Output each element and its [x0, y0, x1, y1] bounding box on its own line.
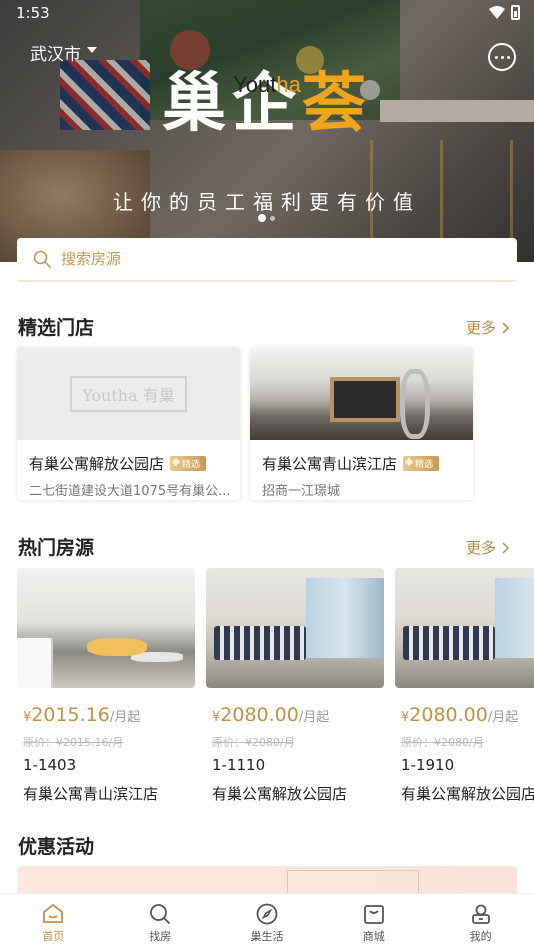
hot-rooms-more-link[interactable]: 更多 — [466, 537, 510, 558]
carousel-indicator — [258, 214, 275, 222]
status-bar: 1:53 — [0, 0, 534, 28]
tab-profile[interactable]: 我的 — [427, 894, 534, 950]
search-icon — [33, 250, 51, 268]
room-image — [395, 568, 534, 688]
room-number: 1-1110 — [212, 756, 266, 774]
city-name: 武汉市 — [30, 45, 81, 65]
bottom-tab-bar: 首页 找房 巢生活 商城 我的 — [0, 893, 534, 950]
section-title-hot-rooms: 热门房源 — [18, 537, 95, 559]
room-store-name: 有巢公寓青山滨江店 — [23, 785, 159, 803]
section-title-promotions: 优惠活动 — [18, 836, 95, 858]
room-store-name: 有巢公寓解放公园店 — [212, 785, 348, 803]
search-icon — [150, 904, 171, 924]
room-store-name: 有巢公寓解放公园店 — [401, 785, 534, 803]
shopping-bag-icon — [363, 905, 384, 924]
room-number: 1-1910 — [401, 756, 455, 774]
room-card[interactable]: ¥2015.16/月起 原价：¥2015.16/月 1-1403 有巢公寓青山滨… — [17, 568, 195, 808]
original-price: 原价：¥2080/月 — [212, 736, 295, 749]
placeholder-logo: Youtha 有巢 — [70, 375, 187, 412]
tab-find-room[interactable]: 找房 — [107, 894, 214, 950]
chevron-right-icon — [502, 321, 510, 334]
carousel-dot-active — [258, 214, 266, 222]
profile-icon — [471, 904, 490, 924]
caret-down-icon — [87, 46, 97, 53]
store-image — [250, 347, 473, 440]
status-time: 1:53 — [16, 4, 50, 22]
store-name: 有巢公寓解放公园店 — [29, 455, 165, 473]
room-number: 1-1403 — [23, 756, 77, 774]
section-title-featured-stores: 精选门店 — [18, 317, 95, 339]
chevron-right-icon — [502, 541, 510, 554]
store-name: 有巢公寓青山滨江店 — [262, 455, 398, 473]
city-selector[interactable]: 武汉市 — [30, 40, 97, 65]
featured-stores-more-link[interactable]: 更多 — [466, 317, 510, 338]
room-card[interactable]: ¥2080.00/月起 原价：¥2080/月 1-1910 有巢公寓解放公园店 — [395, 568, 534, 808]
battery-icon — [511, 5, 520, 20]
room-price: ¥2015.16/月起 — [23, 704, 141, 726]
banner-slogan: 让你的员工福利更有价值 — [113, 190, 421, 214]
store-address: 二七街道建设大道1075号有巢公... — [29, 484, 231, 499]
carousel-dot — [270, 215, 275, 221]
tab-life[interactable]: 巢生活 — [214, 894, 321, 950]
featured-badge: 精选 — [170, 456, 207, 471]
home-icon — [43, 903, 64, 923]
room-price: ¥2080.00/月起 — [212, 704, 330, 726]
store-image-placeholder: Youtha 有巢 — [17, 347, 240, 440]
store-address: 招商一江璟城 — [262, 484, 341, 499]
wifi-icon — [489, 6, 505, 19]
search-input[interactable] — [61, 250, 461, 268]
room-price: ¥2080.00/月起 — [401, 704, 519, 726]
room-image — [17, 568, 195, 688]
message-button[interactable] — [488, 43, 516, 71]
original-price: 原价：¥2015.16/月 — [23, 736, 124, 749]
compass-icon — [256, 903, 278, 925]
tab-mall[interactable]: 商城 — [320, 894, 427, 950]
brand-english: Youtha — [233, 72, 301, 97]
tab-home[interactable]: 首页 — [0, 894, 107, 950]
room-card[interactable]: ¥2080.00/月起 原价：¥2080/月 1-1110 有巢公寓解放公园店 — [206, 568, 384, 808]
featured-badge: 精选 — [403, 456, 440, 471]
room-image — [206, 568, 384, 688]
original-price: 原价：¥2080/月 — [401, 736, 484, 749]
promotion-banner[interactable] — [17, 866, 517, 896]
store-card[interactable]: 有巢公寓青山滨江店 精选 招商一江璟城 — [250, 347, 473, 500]
store-card[interactable]: Youtha 有巢 有巢公寓解放公园店 精选 二七街道建设大道1075号有巢公.… — [17, 347, 240, 500]
search-bar[interactable] — [17, 238, 517, 282]
